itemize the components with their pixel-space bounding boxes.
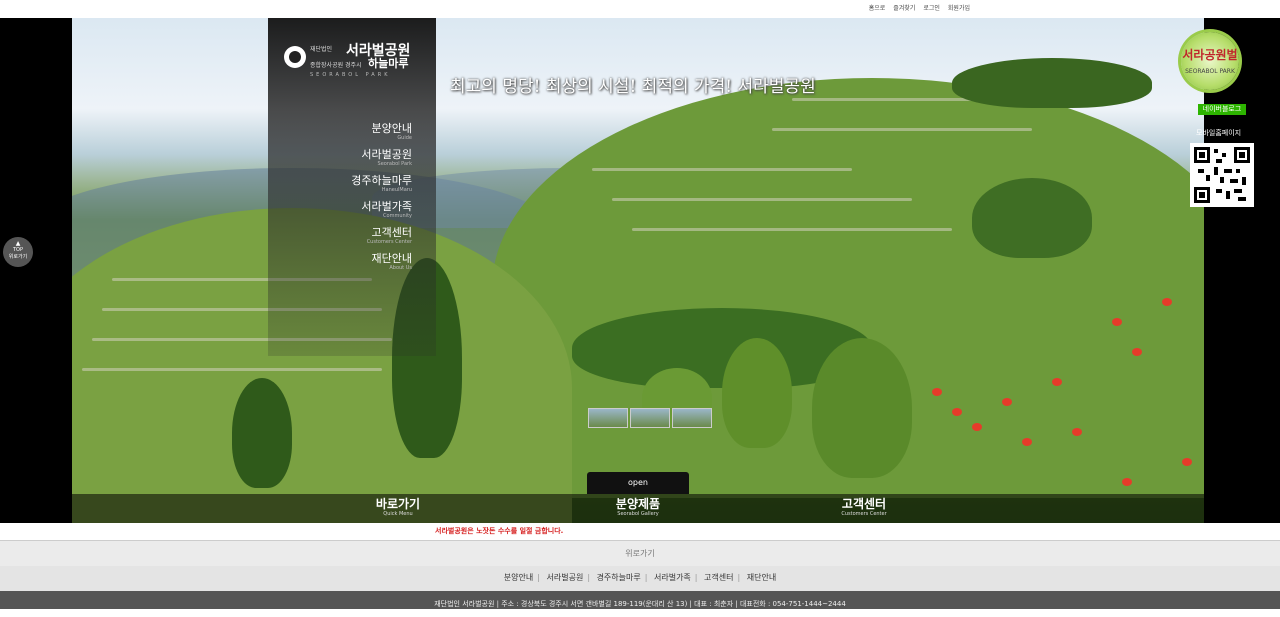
menu-item-about-us[interactable]: 재단안내 About Us — [330, 252, 412, 272]
top-utility-bar: 홈으로 즐겨찾기 로그인 회원가입 — [0, 0, 1280, 18]
menu-item-label: 재단안내 — [371, 252, 412, 265]
go-top-link[interactable]: 위로가기 — [0, 540, 1280, 566]
red-azalea — [1072, 428, 1082, 436]
gallery-thumbnail[interactable] — [630, 408, 670, 428]
seorabol-blog-badge[interactable]: 서라공원벌 SEORABOL PARK — [1181, 32, 1239, 90]
quick-menu-bar: 바로가기 Quick Menu 분양제품 Seorabol Gallery 고객… — [72, 494, 1204, 523]
top-button-sublabel: 위로가기 — [8, 254, 28, 260]
terrace-row — [592, 168, 852, 171]
top-button-label: TOP — [12, 247, 23, 253]
terrace-row — [632, 228, 952, 231]
red-azalea — [1052, 378, 1062, 386]
gallery-label: 분양제품 — [615, 497, 661, 511]
badge-title: 서라공원벌 — [1182, 48, 1238, 62]
quick-menu-button[interactable]: 바로가기 Quick Menu — [338, 497, 458, 518]
quick-menu-sublabel: Quick Menu — [383, 511, 413, 517]
gallery-thumbnail[interactable] — [672, 408, 712, 428]
signup-link[interactable]: 회원가입 — [948, 3, 970, 12]
menu-item-sublabel: Customers Center — [366, 239, 412, 245]
site-logo[interactable]: 재단법인 서라벌공원 종합장사공원 경주시 하늘마루 SEORABOL PARK — [284, 40, 424, 80]
customers-center-button[interactable]: 고객센터 Customers Center — [804, 497, 924, 518]
terrace-row — [772, 128, 1032, 131]
separator: | — [737, 573, 741, 582]
separator: | — [644, 573, 648, 582]
separator: | — [537, 573, 540, 582]
open-gallery-button[interactable]: open — [587, 472, 689, 494]
footer-info: 재단법인 서라벌공원 | 주소 : 경상북도 경주시 서면 갠바별길 189-1… — [0, 591, 1280, 609]
menu-item-sublabel: Guide — [397, 135, 412, 141]
gallery-thumbnail[interactable] — [588, 408, 628, 428]
bookmark-link[interactable]: 즐겨찾기 — [893, 3, 915, 12]
menu-item-sublabel: Community — [383, 213, 412, 219]
hero-headline: 최고의 명당! 최상의 시설! 최적의 가격! 서라벌공원 — [450, 77, 816, 97]
menu-item-label: 분양안내 — [371, 122, 412, 135]
menu-item-community[interactable]: 서라벌가족 Community — [330, 200, 412, 220]
gallery-sublabel: Seorabol Gallery — [617, 511, 659, 517]
menu-item-label: 고객센터 — [371, 226, 412, 239]
shrub — [722, 338, 792, 448]
red-azalea — [932, 388, 942, 396]
footer-link-guide[interactable]: 분양안내 — [504, 573, 533, 582]
footer-link-customers[interactable]: 고객센터 — [704, 573, 733, 582]
pine-tree — [232, 378, 292, 488]
logo-foundation-label: 재단법인 — [310, 46, 333, 53]
menu-item-sublabel: Seorabol Park — [377, 161, 412, 167]
separator: | — [694, 573, 698, 582]
menu-item-guide[interactable]: 분양안내 Guide — [330, 122, 412, 142]
shrub — [812, 338, 912, 478]
footer-link-haneulmaru[interactable]: 경주하늘마루 — [597, 573, 641, 582]
menu-item-seorabol-park[interactable]: 서라벌공원 Seorabol Park — [330, 148, 412, 168]
footer-nav: 분양안내 | 서라벌공원 | 경주하늘마루 | 서라벌가족 | 고객센터 | 재단안내 — [0, 566, 1280, 591]
tree-cluster — [952, 58, 1152, 108]
qr-code-icon[interactable] — [1190, 143, 1254, 207]
red-azalea — [1132, 348, 1142, 356]
separator: | — [587, 573, 591, 582]
red-azalea — [972, 423, 982, 431]
red-azalea — [1122, 478, 1132, 486]
home-link[interactable]: 홈으로 — [869, 3, 886, 12]
notice-text: 서라벌공원은 노잣돈 수수를 일절 금합니다. — [435, 527, 564, 535]
logo-name-secondary: 하늘마루 — [368, 57, 409, 70]
gallery-button[interactable]: 분양제품 Seorabol Gallery — [578, 497, 698, 518]
logo-emblem-icon — [284, 46, 306, 68]
red-azalea — [1162, 298, 1172, 306]
menu-item-label: 서라벌가족 — [361, 200, 412, 213]
footer-link-about[interactable]: 재단안내 — [747, 573, 776, 582]
scroll-top-button[interactable]: ▲ TOP 위로가기 — [3, 237, 33, 267]
logo-english: SEORABOL PARK — [310, 72, 391, 78]
menu-item-sublabel: HaneulMaru — [381, 187, 412, 193]
tree-cluster — [972, 178, 1092, 258]
mobile-homepage-label: 모바일홈페이지 — [1196, 129, 1242, 137]
red-azalea — [1112, 318, 1122, 326]
menu-item-label: 경주하늘마루 — [351, 174, 412, 187]
main-menu: 분양안내 Guide 서라벌공원 Seorabol Park 경주하늘마루 Ha… — [330, 122, 412, 278]
customers-center-sublabel: Customers Center — [841, 511, 887, 517]
footer-link-park[interactable]: 서라벌공원 — [547, 573, 584, 582]
menu-item-label: 서라벌공원 — [361, 148, 412, 161]
menu-item-haneulmaru[interactable]: 경주하늘마루 HaneulMaru — [330, 174, 412, 194]
logo-subtitle: 종합장사공원 경주시 — [310, 62, 362, 69]
terrace-row — [82, 368, 382, 371]
red-azalea — [952, 408, 962, 416]
top-links: 홈으로 즐겨찾기 로그인 회원가입 — [869, 3, 970, 12]
menu-item-sublabel: About Us — [389, 265, 412, 271]
login-link[interactable]: 로그인 — [923, 3, 940, 12]
customers-center-label: 고객센터 — [841, 497, 887, 511]
arrow-up-icon: ▲ — [15, 240, 21, 247]
footer-link-community[interactable]: 서라벌가족 — [654, 573, 691, 582]
badge-subtitle: SEORABOL PARK — [1185, 68, 1235, 75]
menu-item-customers-center[interactable]: 고객센터 Customers Center — [330, 226, 412, 246]
terrace-row — [612, 198, 912, 201]
red-azalea — [1022, 438, 1032, 446]
gallery-thumbnails — [588, 408, 712, 428]
quick-menu-label: 바로가기 — [375, 497, 421, 511]
red-azalea — [1182, 458, 1192, 466]
red-azalea — [1002, 398, 1012, 406]
naver-blog-link[interactable]: 네이버블로그 — [1198, 104, 1246, 115]
